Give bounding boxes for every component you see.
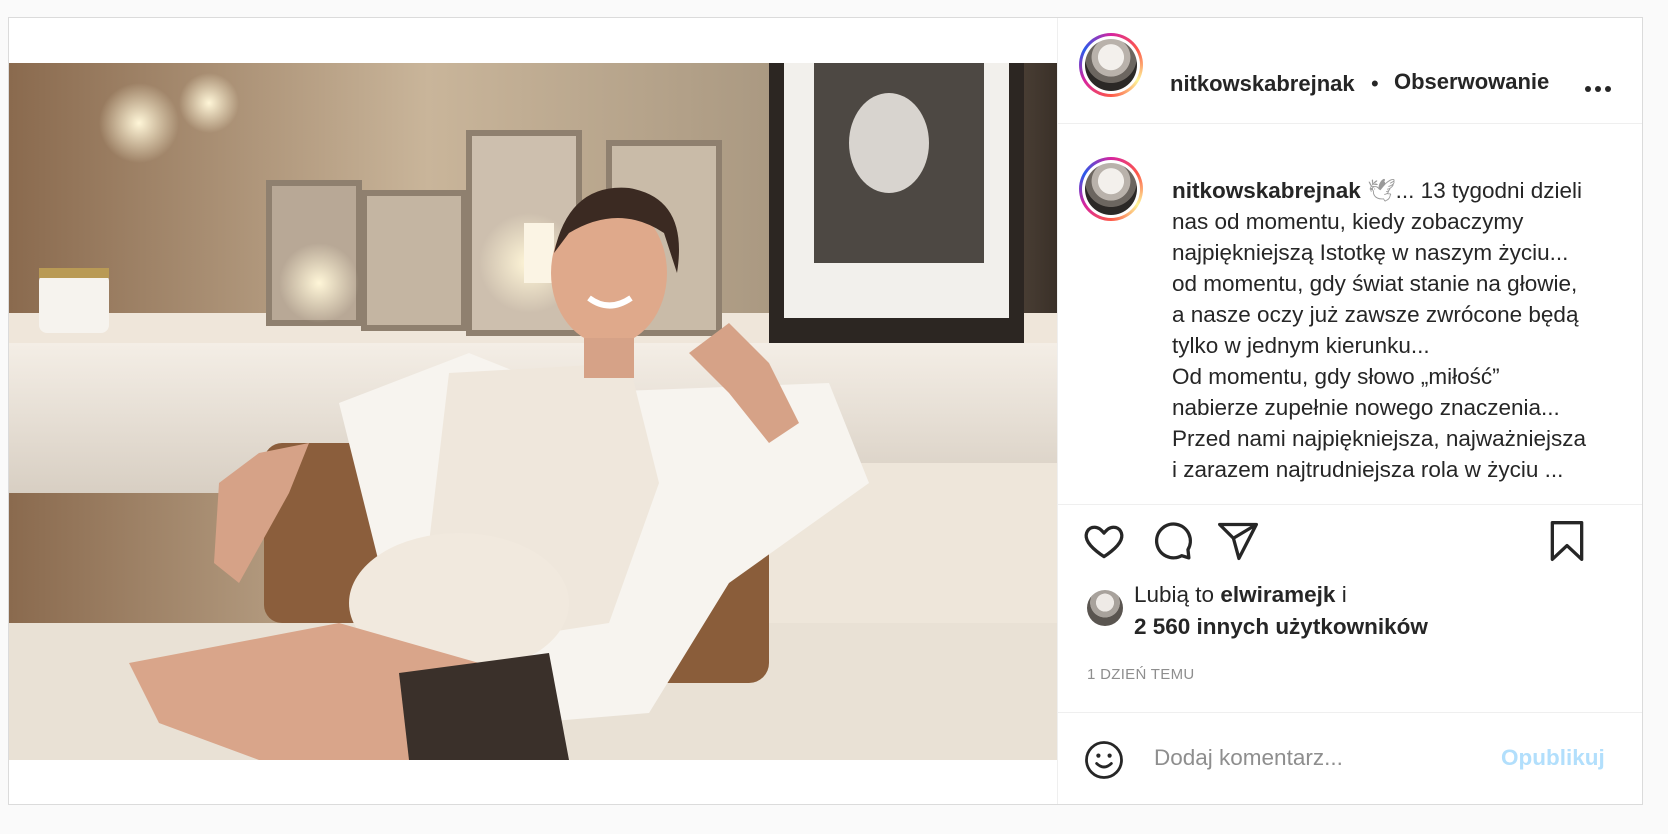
paper-plane-icon[interactable] <box>1216 519 1260 563</box>
post-timestamp[interactable]: 1 DZIEŃ TEMU <box>1087 666 1195 683</box>
instagram-post: nitkowskabrejnak • Obserwowanie nitkowsk… <box>8 17 1643 805</box>
author-username[interactable]: nitkowskabrejnak <box>1170 71 1358 97</box>
following-button[interactable]: Obserwowanie <box>1394 69 1549 95</box>
caption-line-8: Przed nami najpiękniejsza, najważniejsza <box>1172 426 1586 451</box>
caption-username[interactable]: nitkowskabrejnak <box>1172 178 1361 203</box>
dove-emoji: 🕊 <box>1367 178 1396 203</box>
caption-section: nitkowskabrejnak 🕊... 13 tygodni dzieli … <box>1058 125 1642 505</box>
action-bar <box>1058 505 1642 575</box>
caption-line-1: nas od momentu, kiedy zobaczymy <box>1172 209 1524 234</box>
comment-icon[interactable] <box>1150 519 1194 563</box>
publish-button[interactable]: Opublikuj <box>1501 745 1605 771</box>
more-horizontal-icon[interactable] <box>1585 79 1617 92</box>
caption-line-6: Od momentu, gdy słowo „miłość” <box>1172 364 1500 389</box>
liker-avatar[interactable] <box>1087 590 1123 626</box>
photo-illustration <box>9 63 1057 760</box>
caption-line-5: tylko w jednym kierunku... <box>1172 333 1430 358</box>
heart-icon[interactable] <box>1082 519 1126 563</box>
post-photo[interactable] <box>9 63 1057 760</box>
smiley-icon[interactable] <box>1083 739 1125 781</box>
likes-count[interactable]: 2 560 innych użytkowników <box>1134 614 1428 640</box>
likes-section: Lubią to elwiramejk i 2 560 innych użytk… <box>1058 578 1642 658</box>
likes-line: Lubią to elwiramejk i <box>1134 582 1347 607</box>
post-header: nitkowskabrejnak • Obserwowanie <box>1058 18 1642 124</box>
header-separator: • <box>1371 71 1379 96</box>
post-photo-area <box>9 18 1057 804</box>
caption-line-9: i zarazem najtrudniejsza rola w życiu ..… <box>1172 457 1564 482</box>
bookmark-icon[interactable] <box>1545 519 1589 563</box>
caption-line-3: od momentu, gdy świat stanie na głowie, <box>1172 271 1578 296</box>
comment-input[interactable]: Dodaj komentarz... <box>1154 745 1343 771</box>
caption-line-7: nabierze zupełnie nowego znaczenia... <box>1172 395 1560 420</box>
caption-avatar[interactable] <box>1079 157 1143 221</box>
caption-line-2: najpiękniejszą Istotkę w naszym życiu... <box>1172 240 1569 265</box>
comment-bar: Dodaj komentarz... Opublikuj <box>1058 712 1642 804</box>
caption-line-4: a nasze oczy już zawsze zwrócone będą <box>1172 302 1579 327</box>
liker-username[interactable]: elwiramejk <box>1220 582 1335 607</box>
post-sidebar: nitkowskabrejnak • Obserwowanie nitkowsk… <box>1057 18 1642 804</box>
author-avatar[interactable] <box>1079 33 1143 97</box>
caption-text: nitkowskabrejnak 🕊... 13 tygodni dzieli … <box>1172 175 1622 485</box>
caption-line-0: nitkowskabrejnak 🕊... 13 tygodni dzieli <box>1172 178 1583 203</box>
